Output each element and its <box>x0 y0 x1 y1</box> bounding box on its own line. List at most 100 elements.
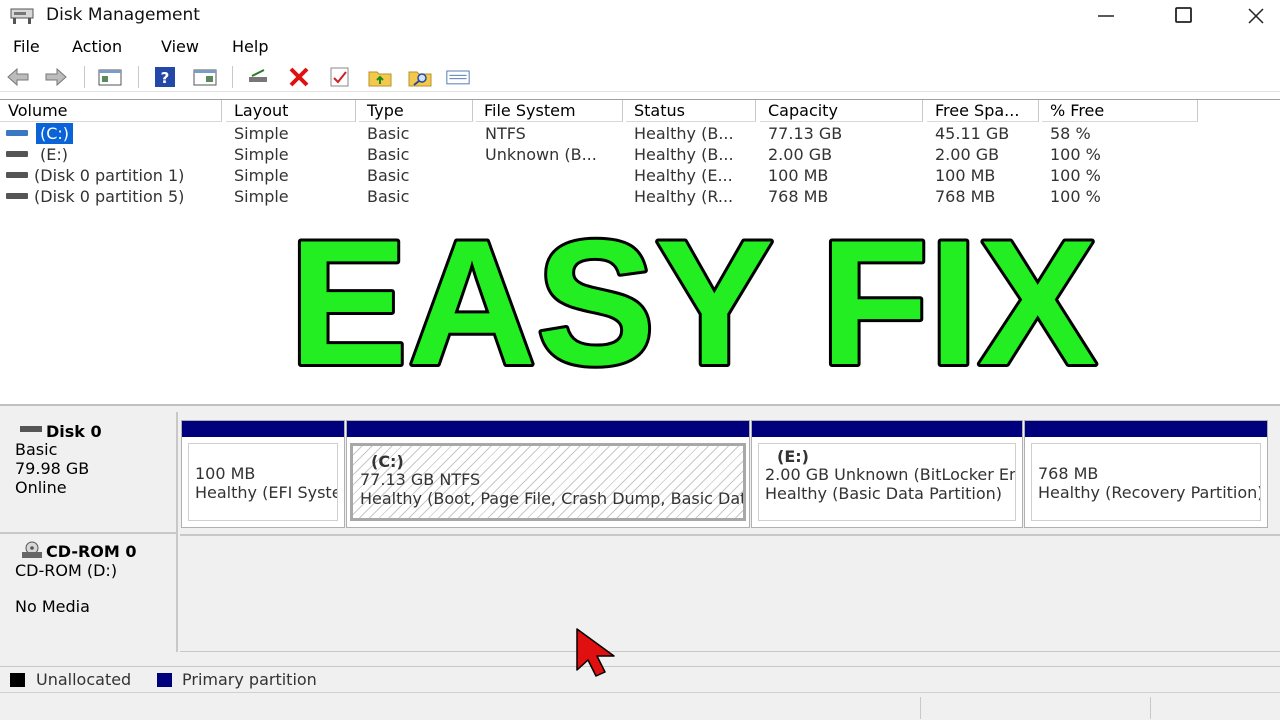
delete-icon[interactable] <box>287 65 311 89</box>
help-icon[interactable]: ? <box>153 65 177 89</box>
column-header-capacity[interactable]: Capacity <box>760 100 923 122</box>
partition-label: (E:) <box>777 447 809 466</box>
volume-capacity: 77.13 GB <box>768 124 843 143</box>
toolbar-separator <box>84 66 85 88</box>
table-row[interactable]: (Disk 0 partition 5) Simple Basic Health… <box>0 186 1280 207</box>
column-header-percent-free[interactable]: % Free <box>1042 100 1198 122</box>
volume-capacity: 2.00 GB <box>768 145 833 164</box>
menu-help[interactable]: Help <box>232 37 268 56</box>
minimize-button[interactable] <box>1076 0 1136 32</box>
window-title: Disk Management <box>46 5 200 25</box>
maximize-button[interactable] <box>1154 0 1214 32</box>
volume-type: Basic <box>367 124 410 143</box>
primary-partition-swatch <box>157 673 172 687</box>
partition-recovery[interactable]: 768 MB Healthy (Recovery Partition) <box>1024 420 1268 528</box>
cdrom-0-label[interactable]: CD-ROM 0 CD-ROM (D:) No Media <box>0 534 178 652</box>
volume-percent-free: 100 % <box>1050 145 1101 164</box>
partition-efi[interactable]: 100 MB Healthy (EFI System Partition) <box>181 420 345 528</box>
menu-action[interactable]: Action <box>72 37 122 56</box>
svg-text:?: ? <box>161 69 170 87</box>
partition-type-bar <box>752 421 1022 437</box>
partition-size: 77.13 GB NTFS <box>360 470 481 489</box>
column-header-status[interactable]: Status <box>626 100 756 122</box>
partition-status: Healthy (Recovery Partition) <box>1038 483 1261 502</box>
disk-type: Basic <box>15 440 58 459</box>
graphical-disk-view: Disk 0 Basic 79.98 GB Online 100 MB Heal… <box>0 404 1280 666</box>
volume-layout: Simple <box>234 166 289 185</box>
volume-percent-free: 58 % <box>1050 124 1091 143</box>
table-row[interactable]: (C:) Simple Basic NTFS Healthy (B... 77.… <box>0 123 1280 144</box>
volume-type: Basic <box>367 187 410 206</box>
disk-size: 79.98 GB <box>15 459 90 478</box>
forward-icon[interactable] <box>44 65 68 89</box>
disk-name: Disk 0 <box>46 422 102 441</box>
folder-up-icon[interactable] <box>368 65 392 89</box>
partition-body: 768 MB Healthy (Recovery Partition) <box>1031 443 1261 521</box>
cdrom-0-area[interactable] <box>180 534 1280 652</box>
disk-state: Online <box>15 478 67 497</box>
volume-status: Healthy (R... <box>634 187 734 206</box>
volume-name: (Disk 0 partition 1) <box>34 166 185 185</box>
column-header-volume[interactable]: Volume <box>0 100 222 122</box>
mouse-cursor-icon <box>576 628 615 677</box>
title-bar: Disk Management <box>0 0 1280 32</box>
volume-icon <box>6 151 28 157</box>
column-header-filesystem[interactable]: File System <box>476 100 623 122</box>
volume-filesystem: Unknown (B... <box>485 145 597 164</box>
disk-media: No Media <box>15 597 90 616</box>
volume-free-space: 45.11 GB <box>935 124 1010 143</box>
volume-type: Basic <box>367 166 410 185</box>
status-bar <box>0 692 1280 720</box>
volume-percent-free: 100 % <box>1050 166 1101 185</box>
volume-layout: Simple <box>234 145 289 164</box>
partition-type-bar <box>1025 421 1267 437</box>
menu-view[interactable]: View <box>161 37 199 56</box>
unallocated-swatch <box>10 673 25 687</box>
menu-file[interactable]: File <box>13 37 40 56</box>
partition-type-bar <box>182 421 344 437</box>
volume-filesystem: NTFS <box>485 124 526 143</box>
action-pane-icon[interactable] <box>193 65 217 89</box>
disk-name: CD-ROM 0 <box>46 542 137 561</box>
disk-0-label[interactable]: Disk 0 Basic 79.98 GB Online <box>0 412 178 534</box>
column-header-type[interactable]: Type <box>359 100 473 122</box>
volume-type: Basic <box>367 145 410 164</box>
toolbar: ? <box>0 62 1280 92</box>
legend-unallocated: Unallocated <box>36 670 132 689</box>
partition-e[interactable]: (E:) 2.00 GB Unknown (BitLocker Encrypte… <box>751 420 1023 528</box>
volume-percent-free: 100 % <box>1050 187 1101 206</box>
properties-icon[interactable] <box>328 65 352 89</box>
close-button[interactable] <box>1226 0 1280 32</box>
minimize-icon <box>1098 15 1114 17</box>
partition-size: 2.00 GB Unknown (BitLocker Encrypted) <box>765 465 1015 484</box>
partition-status: Healthy (EFI System Partition) <box>195 483 337 502</box>
close-icon <box>1248 8 1264 24</box>
column-header-free-space[interactable]: Free Spa... <box>927 100 1039 122</box>
partition-status: Healthy (Basic Data Partition) <box>765 484 1002 503</box>
easy-fix-overlay: EASY FIX <box>286 226 1100 376</box>
partition-body-selected: (C:) 77.13 GB NTFS Healthy (Boot, Page F… <box>350 443 746 521</box>
menu-bar: File Action View Help <box>0 34 1280 60</box>
column-header-layout[interactable]: Layout <box>226 100 356 122</box>
cdrom-icon <box>22 541 42 558</box>
table-row[interactable]: (Disk 0 partition 1) Simple Basic Health… <box>0 165 1280 186</box>
toolbar-separator <box>232 66 233 88</box>
partition-c[interactable]: (C:) 77.13 GB NTFS Healthy (Boot, Page F… <box>346 420 750 528</box>
partition-body: (E:) 2.00 GB Unknown (BitLocker Encrypte… <box>758 443 1016 521</box>
volume-free-space: 768 MB <box>935 187 996 206</box>
volume-icon <box>6 130 28 136</box>
partition-label: (C:) <box>371 452 404 471</box>
list-view-icon[interactable] <box>446 65 470 89</box>
partition-size: 100 MB <box>195 464 256 483</box>
volume-layout: Simple <box>234 187 289 206</box>
table-row[interactable]: (E:) Simple Basic Unknown (B... Healthy … <box>0 144 1280 165</box>
connect-icon[interactable] <box>246 65 270 89</box>
maximize-icon <box>1175 7 1192 23</box>
volume-status: Healthy (B... <box>634 124 734 143</box>
legend-bar: Unallocated Primary partition <box>0 666 1280 692</box>
toolbar-separator <box>138 66 139 88</box>
back-icon[interactable] <box>6 65 30 89</box>
search-folder-icon[interactable] <box>408 65 432 89</box>
volume-status: Healthy (E... <box>634 166 733 185</box>
console-tree-icon[interactable] <box>98 65 122 89</box>
